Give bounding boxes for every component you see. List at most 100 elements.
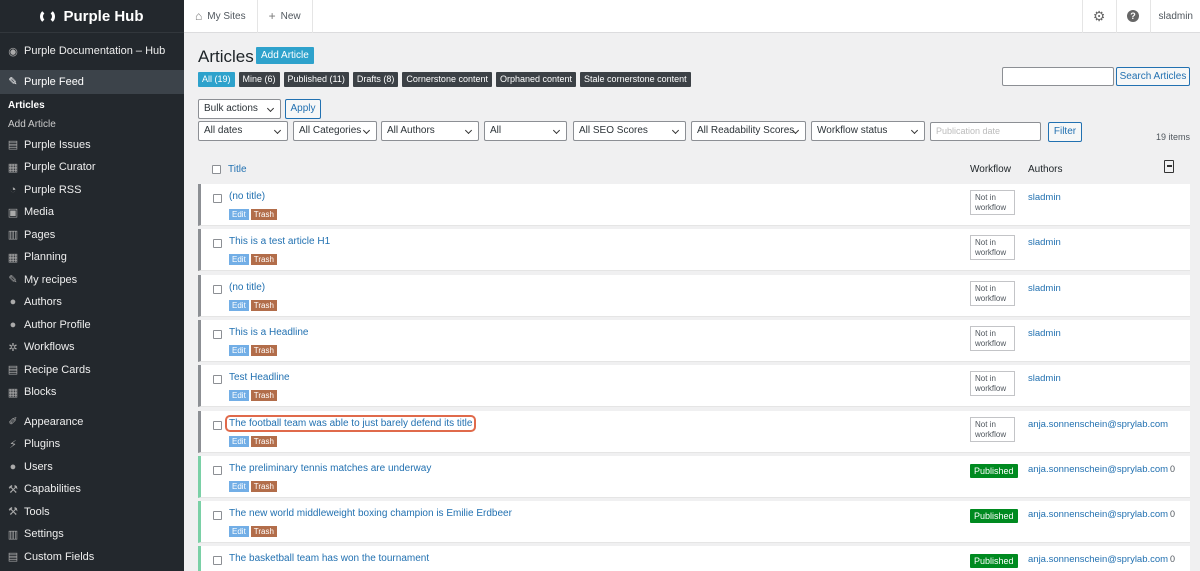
status-drafts[interactable]: Drafts (8): [352, 72, 399, 87]
user-menu[interactable]: sladmin: [1149, 0, 1200, 33]
filter-readability-scores[interactable]: All Readability Scores: [691, 121, 806, 141]
article-title-link[interactable]: (no title): [229, 282, 265, 293]
author-link[interactable]: anja.sonnenschein@sprylab.com: [1028, 554, 1168, 565]
filter-workflow-status[interactable]: Workflow status: [811, 121, 925, 141]
row-checkbox[interactable]: [213, 329, 222, 339]
apply-button[interactable]: Apply: [285, 99, 321, 119]
sidebar-item-users[interactable]: ● Users: [0, 456, 184, 479]
status-orphaned[interactable]: Orphaned content: [495, 72, 577, 87]
article-title-link[interactable]: The football team was able to just barel…: [225, 414, 477, 432]
brand[interactable]: Purple Hub: [0, 0, 184, 33]
trash-action[interactable]: Trash: [250, 480, 277, 492]
status-cornerstone[interactable]: Cornerstone content: [402, 72, 492, 87]
sites-icon: ⌂: [195, 9, 203, 23]
trash-action[interactable]: Trash: [250, 390, 277, 402]
edit-action[interactable]: Edit: [229, 254, 249, 266]
search-input[interactable]: [1002, 67, 1114, 86]
sidebar-item-media[interactable]: ▣ Media: [0, 201, 184, 224]
edit-action[interactable]: Edit: [229, 390, 249, 402]
trash-action[interactable]: Trash: [250, 209, 277, 220]
sidebar-item-appearance[interactable]: ✐ Appearance: [0, 411, 184, 434]
author-link[interactable]: anja.sonnenschein@sprylab.com: [1028, 464, 1168, 475]
sidebar-item-purple-curator[interactable]: ▦ Purple Curator: [0, 156, 184, 179]
column-workflow: Workflow: [970, 164, 1011, 175]
status-published[interactable]: Published (11): [283, 72, 349, 87]
row-checkbox[interactable]: [213, 420, 222, 430]
article-title-link[interactable]: The basketball team has won the tourname…: [229, 553, 429, 564]
status-stale-cornerstone[interactable]: Stale cornerstone content: [580, 72, 691, 87]
sidebar-item-pages[interactable]: ▥ Pages: [0, 224, 184, 247]
row-checkbox[interactable]: [213, 465, 222, 475]
article-title-link[interactable]: Test Headline: [229, 372, 290, 383]
sidebar-item-purple-feed[interactable]: ✎ Purple Feed: [0, 69, 184, 94]
row-checkbox[interactable]: [213, 375, 222, 385]
row-checkbox[interactable]: [213, 284, 222, 294]
sidebar-sub-articles[interactable]: Articles: [0, 96, 184, 115]
gear-icon[interactable]: ⚙: [1081, 0, 1116, 33]
sidebar-item-purple-rss[interactable]: ◔ Purple RSS: [0, 179, 184, 202]
sidebar-item-plugins[interactable]: ⚡ Plugins: [0, 433, 184, 456]
edit-action[interactable]: Edit: [229, 209, 249, 220]
edit-action[interactable]: Edit: [229, 526, 249, 538]
sidebar-item-my-recipes[interactable]: ✎ My recipes: [0, 269, 184, 292]
row-checkbox[interactable]: [213, 194, 222, 203]
trash-action[interactable]: Trash: [250, 435, 277, 447]
article-title-link[interactable]: (no title): [229, 191, 265, 202]
status-all[interactable]: All (19): [198, 72, 235, 87]
trash-action[interactable]: Trash: [250, 254, 277, 266]
edit-action[interactable]: Edit: [229, 480, 249, 492]
trash-action[interactable]: Trash: [250, 526, 277, 538]
status-mine[interactable]: Mine (6): [238, 72, 280, 87]
sidebar-item-purple-issues[interactable]: ▤ Purple Issues: [0, 134, 184, 157]
bulk-actions-select[interactable]: Bulk actions: [198, 99, 281, 119]
select-all-checkbox[interactable]: [212, 165, 221, 174]
article-title-link[interactable]: This is a Headline: [229, 327, 308, 338]
column-title[interactable]: Title: [228, 164, 247, 175]
sidebar-item-capabilities[interactable]: ⚒ Capabilities: [0, 478, 184, 501]
help-button[interactable]: ?: [1115, 0, 1150, 33]
filter-authors[interactable]: All Authors: [381, 121, 479, 141]
sidebar-item-settings[interactable]: ▥ Settings: [0, 523, 184, 546]
my-sites-button[interactable]: ⌂ My Sites: [184, 0, 258, 33]
filter-button[interactable]: Filter: [1048, 122, 1082, 142]
search-articles-button[interactable]: Search Articles: [1116, 67, 1190, 86]
author-link[interactable]: sladmin: [1028, 328, 1061, 339]
sidebar-item-tools[interactable]: ⚒ Tools: [0, 501, 184, 524]
filter-seo-scores[interactable]: All SEO Scores: [573, 121, 686, 141]
edit-action[interactable]: Edit: [229, 435, 249, 447]
sidebar-item-authors[interactable]: ● Authors: [0, 291, 184, 314]
new-button[interactable]: + New: [258, 0, 313, 33]
sidebar-item-custom-fields[interactable]: ▤ Custom Fields: [0, 546, 184, 569]
article-title-link[interactable]: The preliminary tennis matches are under…: [229, 463, 431, 474]
filter-dates[interactable]: All dates: [198, 121, 288, 141]
sidebar-item-workflows[interactable]: ✲ Workflows: [0, 336, 184, 359]
edit-action[interactable]: Edit: [229, 344, 249, 356]
media-icon: ▣: [7, 206, 19, 219]
sidebar-item-blocks[interactable]: ▦ Blocks: [0, 381, 184, 404]
trash-action[interactable]: Trash: [250, 344, 277, 356]
article-title-link[interactable]: This is a test article H1: [229, 236, 330, 247]
article-title-link[interactable]: The new world middleweight boxing champi…: [229, 508, 512, 519]
row-actions: Edit Trash: [229, 254, 277, 266]
sidebar-item-documentation[interactable]: ◉ Purple Documentation – Hub: [0, 40, 184, 63]
row-checkbox[interactable]: [213, 511, 222, 521]
author-link[interactable]: sladmin: [1028, 237, 1061, 248]
sidebar-sub-add-article[interactable]: Add Article: [0, 115, 184, 134]
add-article-button[interactable]: Add Article: [256, 47, 314, 64]
publication-date-input[interactable]: Publication date: [930, 122, 1041, 141]
sidebar-item-recipe-cards[interactable]: ▤ Recipe Cards: [0, 359, 184, 382]
sidebar-item-planning[interactable]: ▦ Planning: [0, 246, 184, 269]
export-icon[interactable]: [1164, 160, 1174, 173]
trash-action[interactable]: Trash: [250, 299, 277, 311]
author-link[interactable]: sladmin: [1028, 283, 1061, 294]
author-link[interactable]: anja.sonnenschein@sprylab.com: [1028, 419, 1168, 430]
row-checkbox[interactable]: [213, 556, 222, 566]
filter-all[interactable]: All: [484, 121, 567, 141]
filter-categories[interactable]: All Categories: [293, 121, 377, 141]
author-link[interactable]: anja.sonnenschein@sprylab.com: [1028, 509, 1168, 520]
sidebar-item-author-profile[interactable]: ● Author Profile: [0, 314, 184, 337]
row-checkbox[interactable]: [213, 239, 222, 249]
edit-action[interactable]: Edit: [229, 299, 249, 311]
author-link[interactable]: sladmin: [1028, 373, 1061, 384]
author-link[interactable]: sladmin: [1028, 192, 1061, 203]
